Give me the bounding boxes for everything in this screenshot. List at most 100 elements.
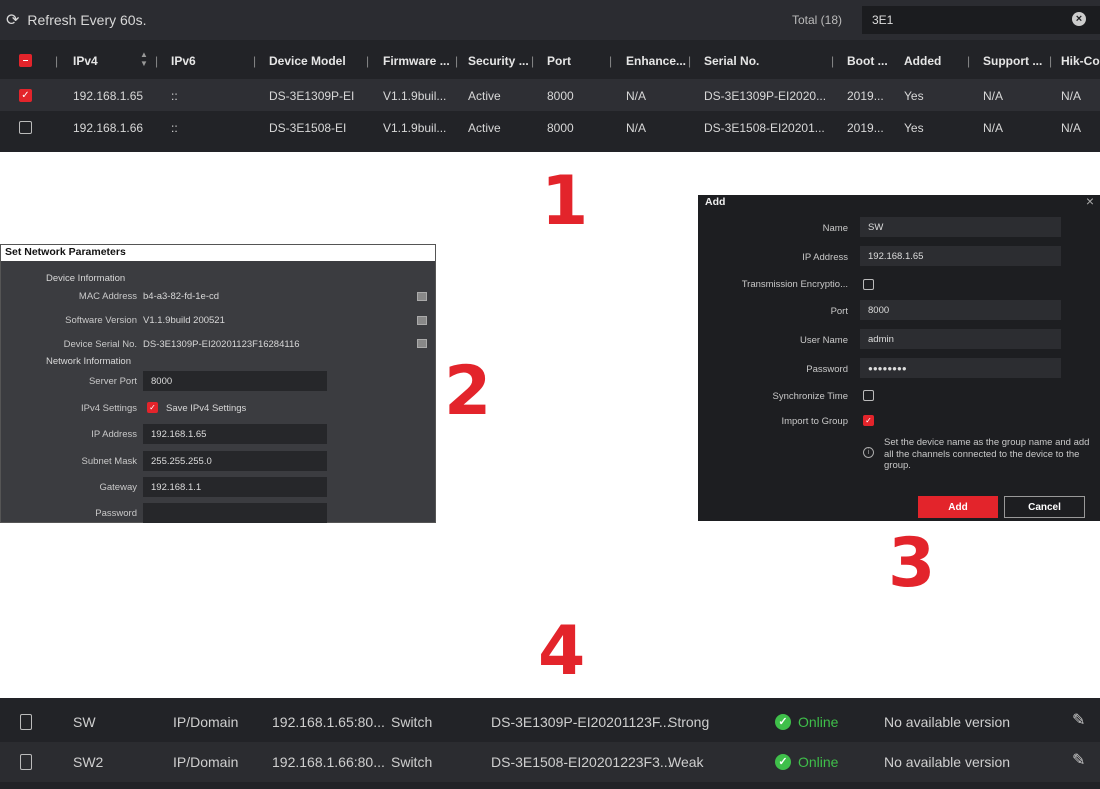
col-device-model[interactable]: Device Model (269, 54, 346, 68)
cell-firmware-upgrade: No available version (884, 754, 1011, 770)
cell-model: DS-3E1508-EI (269, 121, 347, 135)
import-to-group-checkbox[interactable]: ✓ (863, 415, 874, 426)
table-row[interactable]: ✓ 192.168.1.65 :: DS-3E1309P-EI V1.1.9bu… (0, 79, 1100, 111)
cell-model: DS-3E1309P-EI (269, 89, 355, 103)
import-group-hint: Set the device name as the group name an… (884, 437, 1090, 471)
cell-security: Active (468, 121, 501, 135)
edit-icon[interactable]: ✎ (1072, 750, 1085, 770)
gateway-input[interactable]: 192.168.1.1 (143, 477, 327, 497)
online-check-icon: ✓ (775, 714, 791, 730)
import-to-group-label: Import to Group (781, 416, 848, 427)
synchronize-time-checkbox[interactable] (863, 390, 874, 401)
col-added[interactable]: Added (904, 54, 941, 68)
ip-address-input[interactable]: 192.168.1.65 (143, 424, 327, 444)
cell-category: Switch (391, 754, 433, 770)
server-port-input[interactable]: 8000 (143, 371, 327, 391)
copy-icon[interactable] (417, 292, 427, 301)
online-check-icon: ✓ (775, 754, 791, 770)
sort-icon[interactable]: ▲ ▼ (140, 50, 148, 68)
callout-1: 1 (541, 162, 589, 241)
cell-security: Active (468, 89, 501, 103)
col-hik-connect[interactable]: Hik-Co (1061, 54, 1100, 68)
cell-serial: DS-3E1309P-EI2020... (704, 89, 827, 103)
cell-address: 192.168.1.65:80... (272, 714, 385, 730)
cell-firmware: V1.1.9buil... (383, 89, 447, 103)
panel-title: Set Network Parameters (1, 245, 435, 261)
cancel-button[interactable]: Cancel (1004, 496, 1085, 518)
cell-name: SW (73, 714, 96, 730)
row-checkbox[interactable]: ✓ (19, 89, 32, 102)
cell-category: Switch (391, 714, 433, 730)
cell-enhanced: N/A (626, 121, 647, 135)
port-label: Port (830, 306, 848, 317)
callout-2: 2 (444, 352, 492, 431)
user-name-input[interactable]: admin (860, 329, 1061, 349)
copy-icon[interactable] (417, 316, 427, 325)
row-checkbox[interactable] (20, 754, 32, 770)
port-input[interactable]: 8000 (860, 300, 1061, 320)
add-button[interactable]: Add (918, 496, 998, 518)
cell-port: 8000 (547, 89, 574, 103)
cell-security: Strong (668, 714, 710, 730)
cell-connection-type: IP/Domain (173, 714, 239, 730)
table-row[interactable]: 192.168.1.66 :: DS-3E1508-EI V1.1.9buil.… (0, 111, 1100, 143)
cell-status: Online (798, 754, 839, 770)
table-row[interactable]: SW IP/Domain 192.168.1.65:80... Switch D… (0, 702, 1100, 742)
device-info-heading: Device Information (46, 273, 126, 284)
set-network-parameters-panel: Set Network Parameters Device Informatio… (0, 244, 436, 523)
dialog-title: Add (705, 196, 726, 208)
col-port[interactable]: Port (547, 54, 571, 68)
name-input[interactable]: SW (860, 217, 1061, 237)
save-ipv4-checkbox[interactable]: ✓ (147, 402, 158, 413)
subnet-mask-input[interactable]: 255.255.255.0 (143, 451, 327, 471)
col-firmware[interactable]: Firmware ... (383, 54, 450, 68)
password-input[interactable] (143, 503, 327, 523)
cell-boot: 2019... (847, 89, 884, 103)
password-input[interactable]: ●●●●●●●● (860, 358, 1061, 378)
col-serial[interactable]: Serial No. (704, 54, 759, 68)
table-header: – | IPv4 ▲ ▼ | IPv6 | Device Model | Firm… (0, 42, 1100, 78)
software-version-label: Software Version (65, 315, 137, 326)
cell-firmware: V1.1.9buil... (383, 121, 447, 135)
cell-ipv4: 192.168.1.65 (73, 89, 144, 103)
serial-label: Device Serial No. (63, 339, 137, 350)
ip-address-label: IP Address (802, 252, 848, 263)
row-checkbox[interactable] (20, 714, 32, 730)
software-version-value: V1.1.9build 200521 (143, 315, 225, 326)
close-icon[interactable]: × (1086, 193, 1094, 209)
cell-name: SW2 (73, 754, 104, 770)
info-icon: i (863, 447, 874, 458)
col-ipv6[interactable]: IPv6 (171, 54, 196, 68)
password-label: Password (95, 508, 137, 519)
cell-serial: DS-3E1309P-EI20201123F... (491, 714, 671, 730)
toolbar: ⟳ Refresh Every 60s. Total (18) 3E1 × (0, 0, 1100, 40)
table-row[interactable]: SW2 IP/Domain 192.168.1.66:80... Switch … (0, 742, 1100, 782)
clear-search-icon[interactable]: × (1072, 12, 1086, 26)
cell-boot: 2019... (847, 121, 884, 135)
online-device-list: ⟳ Refresh Every 60s. Total (18) 3E1 × – |… (0, 0, 1100, 152)
search-input[interactable]: 3E1 × (862, 6, 1100, 34)
cell-support: N/A (983, 89, 1004, 103)
row-checkbox[interactable] (19, 121, 32, 134)
col-support[interactable]: Support ... (983, 54, 1042, 68)
copy-icon[interactable] (417, 339, 427, 348)
refresh-icon[interactable]: ⟳ (6, 10, 19, 30)
cell-serial: DS-3E1508-EI20201223F3... (491, 754, 672, 770)
edit-icon[interactable]: ✎ (1072, 710, 1085, 730)
name-label: Name (822, 223, 848, 234)
ip-address-input[interactable]: 192.168.1.65 (860, 246, 1061, 266)
subnet-mask-label: Subnet Mask (81, 456, 137, 467)
col-enhanced[interactable]: Enhance... (626, 54, 686, 68)
cell-address: 192.168.1.66:80... (272, 754, 385, 770)
refresh-label: Refresh Every 60s. (27, 12, 147, 28)
cell-firmware-upgrade: No available version (884, 714, 1011, 730)
col-boot[interactable]: Boot ... (847, 54, 888, 68)
transmission-encryption-checkbox[interactable] (863, 279, 874, 290)
col-security[interactable]: Security ... (468, 54, 529, 68)
password-label: Password (806, 364, 848, 375)
select-all-checkbox[interactable]: – (19, 54, 32, 67)
cell-hik-connect: N/A (1061, 121, 1082, 135)
mac-label: MAC Address (78, 291, 137, 302)
cell-ipv4: 192.168.1.66 (73, 121, 144, 135)
col-ipv4[interactable]: IPv4 (73, 54, 98, 68)
